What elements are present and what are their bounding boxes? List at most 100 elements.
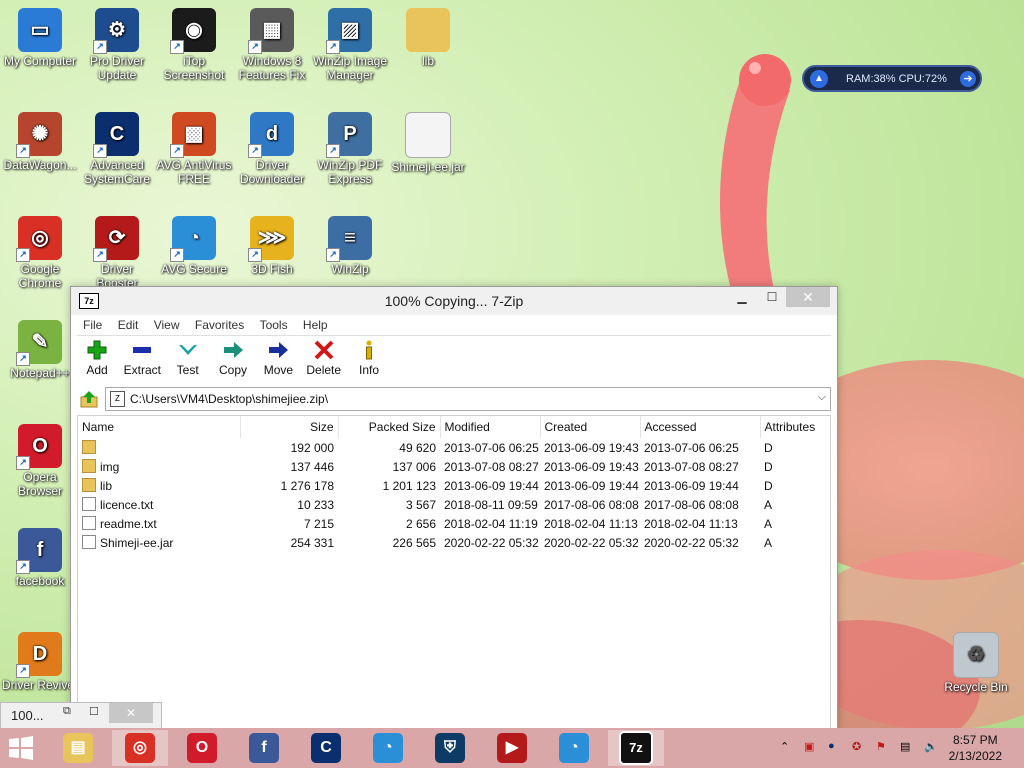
taskbar-app-avg-secure[interactable]: ◔ (360, 730, 416, 766)
desktop-icon-recycle-bin[interactable]: ♻ Recycle Bin (938, 632, 1014, 694)
menu-favorites[interactable]: Favorites (189, 315, 250, 335)
desktop-icon-installer[interactable]: ▦ ↗ Windows 8 Features Fix (234, 8, 310, 82)
menu-help[interactable]: Help (297, 315, 334, 335)
desktop-icon-image[interactable]: ▨ ↗ WinZip Image Manager (312, 8, 388, 82)
desktop-icon-file[interactable]: Shimeji-ee.jar (390, 112, 466, 174)
desktop-icon-winzip[interactable]: ≡ ↗ WinZip (312, 216, 388, 276)
info-button[interactable]: Info (349, 337, 389, 377)
col-accessed[interactable]: Accessed (640, 416, 761, 438)
desktop-icon-avg-secure[interactable]: ◔ ↗ AVG Secure (156, 216, 232, 276)
desktop-icon-fish[interactable]: ⋙ ↗ 3D Fish (234, 216, 310, 276)
desktop-icon-pdf[interactable]: P ↗ WinZip PDF Express (312, 112, 388, 186)
maximize-button[interactable]: ☐ (757, 287, 787, 307)
col-created[interactable]: Created (540, 416, 641, 438)
notepad-icon: ✎ ↗ (16, 320, 62, 366)
test-button[interactable]: Test (168, 337, 208, 377)
desktop-icon-datawagon[interactable]: ✺ ↗ DataWagon... (2, 112, 78, 172)
avg-icon: ▩ ↗ (170, 112, 216, 158)
col-packed-size[interactable]: Packed Size (338, 416, 441, 438)
shortcut-arrow-icon: ↗ (16, 560, 30, 574)
taskbar-app-chrome[interactable]: ◎ (112, 730, 168, 766)
desktop-icon-avg[interactable]: ▩ ↗ AVG AntiVirus FREE (156, 112, 232, 186)
add-button[interactable]: Add (77, 337, 117, 377)
address-bar[interactable]: Z C:\Users\VM4\Desktop\shimejiee.zip\ ⌵ (105, 387, 831, 411)
maximize-button[interactable]: ☐ (89, 705, 99, 718)
copy-progress-mini-window[interactable]: 100... ⧉ ☐ ✕ (0, 702, 162, 730)
close-button[interactable]: ✕ (109, 703, 153, 723)
shortcut-arrow-icon: ↗ (16, 456, 30, 470)
col-modified[interactable]: Modified (440, 416, 541, 438)
widget-text: RAM:38% CPU:72% (846, 72, 947, 85)
driver-reviver-icon: D ↗ (16, 632, 62, 678)
desktop-icon-driver-reviver[interactable]: D ↗ Driver Reviver (2, 632, 78, 692)
chevron-up-icon[interactable]: ⌃ (780, 740, 789, 753)
system-monitor-widget[interactable]: ▲ RAM:38% CPU:72% ➜ (802, 65, 982, 92)
table-row[interactable]: readme.txt 7 215 2 656 2018-02-04 11:19 2018… (78, 514, 830, 533)
restore-button[interactable]: ⧉ (63, 705, 71, 718)
table-row[interactable]: licence.txt 10 233 3 567 2018-08-11 09:59 20… (78, 495, 830, 514)
menu-view[interactable]: View (148, 315, 186, 335)
taskbar-app-vpn[interactable]: ⛨ (422, 730, 478, 766)
table-row[interactable]: lib 1 276 178 1 201 123 2013-06-09 19:44 201… (78, 476, 830, 495)
desktop-icon-label: Driver Reviver (2, 678, 79, 692)
copy-button[interactable]: Copy (213, 337, 253, 377)
up-folder-icon[interactable] (79, 389, 99, 409)
cell-accessed: 2017-08-06 08:08 (644, 497, 739, 512)
col-attributes[interactable]: Attributes (760, 416, 830, 438)
menu-file[interactable]: File (77, 315, 108, 335)
desktop-icon-notepad[interactable]: ✎ ↗ Notepad++ (2, 320, 78, 380)
desktop-icon-driver-downloader[interactable]: d ↗ Driver Downloader (234, 112, 310, 186)
tray-driver-booster-icon[interactable]: ✪ (852, 740, 861, 753)
taskbar-app-7zip[interactable]: 7z (608, 730, 664, 766)
table-row[interactable]: Shimeji-ee.jar 254 331 226 565 2020-02-22 0… (78, 533, 830, 552)
table-row[interactable]: 192 000 49 620 2013-07-06 06:25 2013-06-09 … (78, 438, 830, 457)
desktop-icon-label: iTop Screenshot (163, 54, 225, 82)
windows-start-icon[interactable] (8, 736, 34, 760)
7zip-window: 7z 100% Copying... 7-Zip ▁ ☐ ✕ File Edit… (70, 286, 838, 732)
menu-tools[interactable]: Tools (254, 315, 294, 335)
desktop-icon-computer[interactable]: ▭ My Computer (2, 8, 78, 68)
taskbar-app-systemcare[interactable]: C (298, 730, 354, 766)
cell-modified: 2013-07-06 06:25 (444, 440, 539, 455)
desktop-icon-chrome[interactable]: ◎ ↗ Google Chrome (2, 216, 78, 290)
arrow-right-icon[interactable]: ➜ (960, 70, 976, 87)
chevron-down-icon[interactable]: ⌵ (818, 391, 826, 404)
file-list: Name Size Packed Size Modified Created A… (77, 415, 831, 731)
tray-network-icon[interactable]: ▤ (900, 740, 910, 753)
tray-flag-icon[interactable]: ⚑ (876, 740, 886, 753)
clock-date: 2/13/2022 (948, 749, 1002, 763)
menu-bar: File Edit View Favorites Tools Help (77, 315, 831, 336)
delete-button[interactable]: Delete (304, 337, 344, 377)
table-row[interactable]: img 137 446 137 006 2013-07-08 08:27 2013-06… (78, 457, 830, 476)
desktop-icon-camera[interactable]: ◉ ↗ iTop Screenshot (156, 8, 232, 82)
delete-label: Delete (306, 363, 342, 377)
minimize-button[interactable]: ▁ (727, 287, 757, 307)
opera-icon: O ↗ (16, 424, 62, 470)
title-bar[interactable]: 7z 100% Copying... 7-Zip ▁ ☐ ✕ (71, 287, 837, 315)
desktop-icon-driver-booster[interactable]: ⟳ ↗ Driver Booster (79, 216, 155, 290)
tray-volume-icon[interactable]: 🔈 (924, 740, 938, 753)
taskbar-app-file-explorer[interactable]: ▤ (50, 730, 106, 766)
desktop-icon-systemcare[interactable]: C ↗ Advanced SystemCare (79, 112, 155, 186)
tray-systemcare-icon[interactable]: ● (828, 740, 835, 752)
taskbar-app-screen-recorder[interactable]: ▶ (484, 730, 540, 766)
tray-screen-recorder-icon[interactable]: ▣ (804, 740, 814, 753)
taskbar-app-facebook[interactable]: f (236, 730, 292, 766)
cell-attr: A (764, 516, 773, 531)
cell-accessed: 2018-02-04 11:13 (644, 516, 738, 531)
col-name[interactable]: Name (78, 416, 241, 438)
desktop-icon-facebook[interactable]: f ↗ facebook (2, 528, 78, 588)
col-size[interactable]: Size (240, 416, 339, 438)
desktop-icon-opera[interactable]: O ↗ Opera Browser (2, 424, 78, 498)
taskbar-app-avg-secure[interactable]: ◔ (546, 730, 602, 766)
move-button[interactable]: Move (258, 337, 298, 377)
close-button[interactable]: ✕ (786, 287, 830, 307)
menu-edit[interactable]: Edit (112, 315, 145, 335)
desktop-icon-label: Notepad++ (10, 366, 70, 380)
desktop-icon-folder[interactable]: lib (390, 8, 466, 68)
desktop-icon-pro-driver[interactable]: ⚙ ↗ Pro Driver Update (79, 8, 155, 82)
shortcut-arrow-icon: ↗ (93, 144, 107, 158)
clock[interactable]: 8:57 PM 2/13/2022 (949, 732, 1002, 764)
taskbar-app-opera[interactable]: O (174, 730, 230, 766)
extract-button[interactable]: Extract (122, 337, 162, 377)
